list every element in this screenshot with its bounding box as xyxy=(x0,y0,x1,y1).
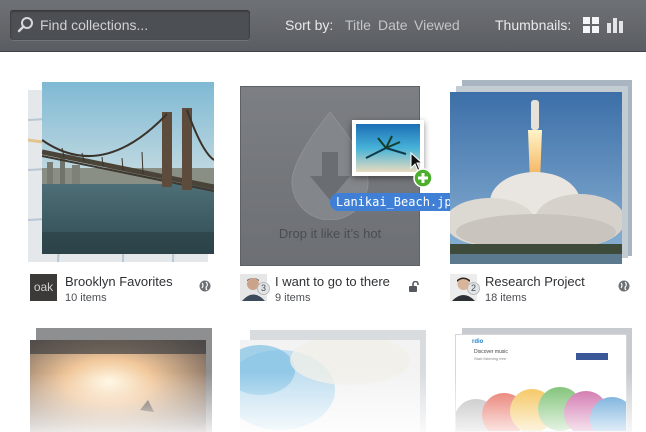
grid-view-icon[interactable] xyxy=(582,16,600,34)
sort-viewed-option[interactable]: Viewed xyxy=(414,17,460,33)
rdio-signup-button xyxy=(576,353,608,360)
dragged-file-name: Lanikai_Beach.jpg xyxy=(330,193,465,211)
brooklyn-bridge-photo xyxy=(42,82,214,254)
member-count-badge: 2 xyxy=(467,282,480,295)
globe-icon xyxy=(199,280,211,292)
shuttle-launch-photo xyxy=(450,92,622,264)
add-plus-icon xyxy=(413,168,433,188)
lock-icon xyxy=(409,281,419,292)
sort-by-label: Sort by: xyxy=(285,17,334,33)
oak-avatar: oak xyxy=(30,274,57,301)
avatar-text: oak xyxy=(33,280,54,294)
rdio-tagline-2: Start listening free xyxy=(474,356,507,361)
search-icon xyxy=(17,17,33,33)
collection-title[interactable]: I want to go to there xyxy=(275,274,390,289)
sunset-photo xyxy=(30,340,206,432)
rdio-artist-collage xyxy=(456,387,626,431)
globe-icon xyxy=(618,280,630,292)
toolbar: Sort by: Title Date Viewed Thumbnails: xyxy=(0,0,646,52)
thumbnails-label: Thumbnails: xyxy=(495,17,572,33)
bar-view-icon[interactable] xyxy=(606,16,624,34)
rdio-webpage-screenshot: rdio Discover music Start listening free xyxy=(455,334,627,432)
search-input[interactable] xyxy=(40,15,240,35)
rdio-tagline-1: Discover music xyxy=(474,349,508,355)
collection-title[interactable]: Brooklyn Favorites xyxy=(65,274,173,289)
rdio-logo: rdio xyxy=(472,339,484,345)
search-box[interactable] xyxy=(10,10,250,40)
member-count-badge: 3 xyxy=(257,282,270,295)
sort-title-option[interactable]: Title xyxy=(345,17,371,33)
drop-zone-text: Drop it like it’s hot xyxy=(278,226,382,241)
watercolor-photo xyxy=(240,340,420,432)
collection-count: 9 items xyxy=(275,292,311,304)
collection-count: 18 items xyxy=(485,292,527,304)
sort-date-option[interactable]: Date xyxy=(378,17,408,33)
collection-count: 10 items xyxy=(65,292,107,304)
collection-title[interactable]: Research Project xyxy=(485,274,585,289)
